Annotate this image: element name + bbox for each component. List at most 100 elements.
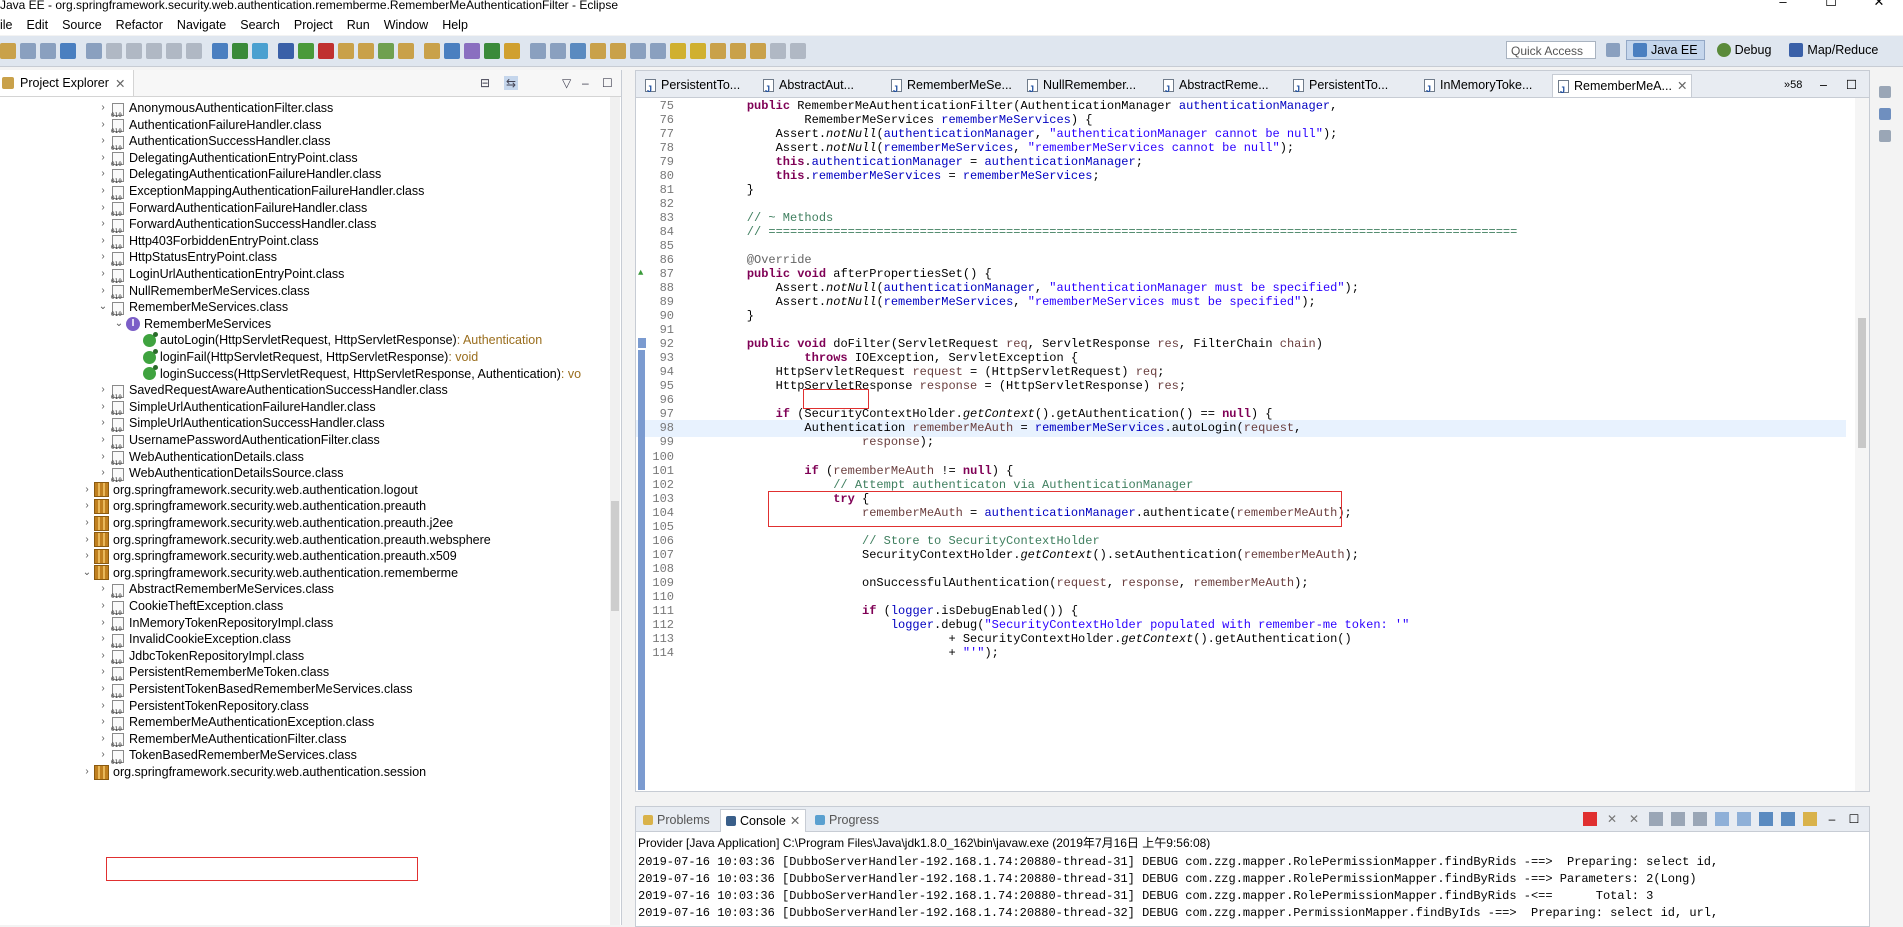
toggle-mark-icon[interactable] — [232, 43, 248, 59]
editor-tab[interactable]: AbstractReme... — [1158, 74, 1273, 100]
open-type-icon[interactable] — [60, 43, 76, 59]
menu-file[interactable]: ile — [0, 18, 20, 32]
editor-tab[interactable]: PersistentTo... — [1288, 74, 1392, 100]
monitor-icon[interactable] — [252, 43, 268, 59]
show-on-error-icon[interactable] — [1737, 812, 1751, 826]
terminate-icon[interactable] — [1583, 812, 1597, 826]
editor-tab[interactable]: AbstractAut... — [758, 74, 858, 100]
view-menu-icon[interactable]: ▽ — [562, 76, 571, 90]
open-console-icon[interactable] — [1759, 812, 1773, 826]
close-icon[interactable]: ✕ — [115, 76, 125, 91]
web-icon[interactable] — [670, 43, 686, 59]
display-console-icon[interactable] — [1781, 812, 1795, 826]
external-icon[interactable] — [630, 43, 646, 59]
tab-console[interactable]: Console ✕ — [720, 809, 807, 832]
skip-breakpoints-icon[interactable] — [86, 43, 102, 59]
maximize-view-icon[interactable]: ☐ — [1842, 74, 1861, 96]
perspective-map-reduce[interactable]: Map/Reduce — [1783, 41, 1884, 59]
restore-icon[interactable] — [1879, 86, 1891, 98]
tab-problems[interactable]: Problems — [638, 809, 715, 831]
show-on-output-icon[interactable] — [1715, 812, 1729, 826]
minimize-button[interactable]: – — [1759, 0, 1807, 8]
menu-navigate[interactable]: Navigate — [170, 18, 233, 32]
pin-icon[interactable] — [570, 43, 586, 59]
save-all-icon[interactable] — [40, 43, 56, 59]
open-web-icon[interactable] — [710, 43, 726, 59]
code-line[interactable]: 114 + "'"); — [636, 645, 1846, 662]
next-annotation-icon[interactable] — [484, 43, 500, 59]
implements-marker-icon[interactable] — [638, 338, 646, 348]
collapse-all-icon[interactable]: ⊟ — [480, 76, 490, 90]
close-button[interactable]: ✕ — [1855, 0, 1903, 8]
new-console-icon[interactable] — [1803, 812, 1817, 826]
last-edit-icon[interactable] — [590, 43, 606, 59]
tree-package[interactable]: › org.springframework.security.web.authen… — [80, 762, 426, 782]
menu-window[interactable]: Window — [377, 18, 435, 32]
server-icon[interactable] — [650, 43, 666, 59]
explorer-scrollbar[interactable] — [610, 97, 620, 925]
perspective-java-ee[interactable]: Java EE — [1626, 40, 1705, 60]
editor-tab[interactable]: RememberMeA... ✕ — [1552, 74, 1693, 101]
editor-scrollbar[interactable] — [1855, 98, 1869, 791]
maximize-view-icon[interactable]: ☐ — [1847, 812, 1861, 826]
maximize-button[interactable]: ☐ — [1807, 0, 1855, 8]
chevron-down-icon[interactable]: ⌄ — [80, 563, 94, 583]
project-explorer-tab[interactable]: Project Explorer ✕ — [0, 70, 135, 96]
task-list-icon[interactable] — [1879, 130, 1891, 142]
suspend-icon[interactable] — [126, 43, 142, 59]
override-marker-icon[interactable]: ▲ — [638, 268, 643, 278]
step-into-icon[interactable] — [186, 43, 202, 59]
chevron-down-icon[interactable]: ⌄ — [96, 297, 110, 317]
close-icon[interactable]: ✕ — [1677, 75, 1687, 97]
editor-tab[interactable]: InMemoryToke... — [1419, 74, 1536, 100]
menu-refactor[interactable]: Refactor — [109, 18, 170, 32]
editor-tab[interactable]: RememberMeSe... — [886, 74, 1016, 100]
new-icon[interactable] — [0, 43, 16, 59]
globe-icon[interactable] — [690, 43, 706, 59]
quick-access-input[interactable]: Quick Access — [1506, 41, 1596, 59]
bookmark-icon[interactable] — [278, 43, 294, 59]
link-with-editor-icon[interactable]: ⇆ — [504, 76, 519, 90]
terminate-icon[interactable] — [146, 43, 162, 59]
console-output[interactable]: 2019-07-16 10:03:36 [DubboServerHandler-… — [638, 854, 1718, 922]
new-class-icon[interactable] — [378, 43, 394, 59]
resume-icon[interactable] — [106, 43, 122, 59]
menu-edit[interactable]: Edit — [20, 18, 56, 32]
history-icon[interactable] — [610, 43, 626, 59]
prev-annotation-icon[interactable] — [504, 43, 520, 59]
word-wrap-icon[interactable] — [1671, 812, 1685, 826]
deploy-icon[interactable] — [730, 43, 746, 59]
open-folder-icon[interactable] — [398, 43, 414, 59]
minimize-view-icon[interactable]: – — [1825, 812, 1839, 826]
menu-source[interactable]: Source — [55, 18, 109, 32]
menu-help[interactable]: Help — [435, 18, 475, 32]
menu-search[interactable]: Search — [233, 18, 287, 32]
chevron-down-icon[interactable]: ⌄ — [112, 314, 126, 334]
save-icon[interactable] — [20, 43, 36, 59]
run-external-icon[interactable] — [338, 43, 354, 59]
tab-overflow[interactable]: »58 — [1780, 74, 1806, 96]
maximize-view-icon[interactable]: ☐ — [602, 76, 613, 90]
remove-launch-icon[interactable]: ✕ — [1605, 812, 1619, 826]
scroll-lock-icon[interactable] — [1649, 812, 1663, 826]
minimize-view-icon[interactable]: – — [1816, 74, 1831, 96]
close-icon[interactable]: ✕ — [790, 810, 800, 832]
menu-run[interactable]: Run — [340, 18, 377, 32]
perspective-debug[interactable]: Debug — [1711, 41, 1778, 59]
run-icon[interactable] — [318, 43, 334, 59]
open-task-icon[interactable] — [424, 43, 440, 59]
remove-all-icon[interactable]: ✕ — [1627, 812, 1641, 826]
new-package-icon[interactable] — [358, 43, 374, 59]
debug-icon[interactable] — [298, 43, 314, 59]
right-arrow-icon[interactable] — [790, 43, 806, 59]
menu-project[interactable]: Project — [287, 18, 340, 32]
search-icon[interactable] — [444, 43, 460, 59]
disconnect-icon[interactable] — [166, 43, 182, 59]
minimize-view-icon[interactable]: – — [582, 76, 589, 90]
folder-icon[interactable] — [750, 43, 766, 59]
toggle-comment-icon[interactable] — [212, 43, 228, 59]
editor-tab[interactable]: PersistentTo... — [640, 74, 744, 100]
annotation-icon[interactable] — [464, 43, 480, 59]
code-area[interactable]: 75 public RememberMeAuthenticationFilter… — [636, 98, 1869, 791]
back-icon[interactable] — [530, 43, 546, 59]
